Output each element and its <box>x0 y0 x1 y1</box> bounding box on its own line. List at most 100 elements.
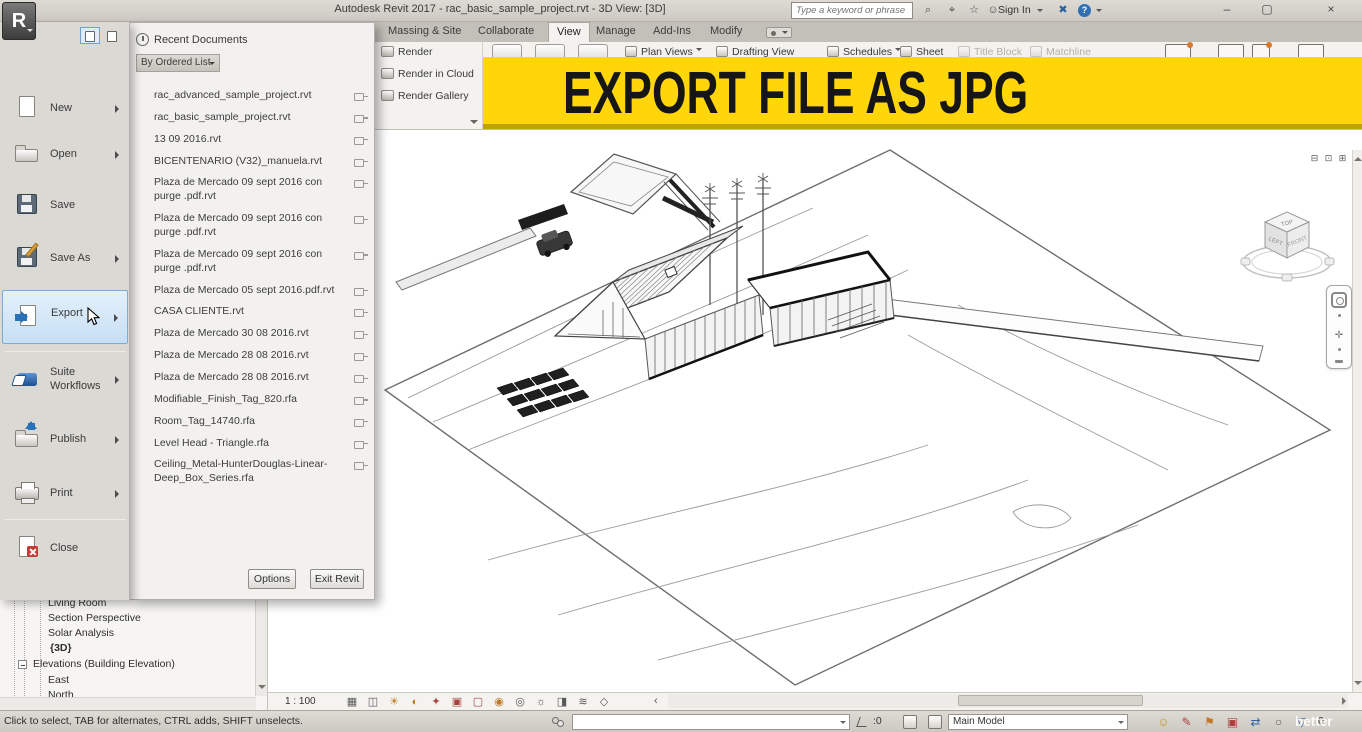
pin-icon[interactable] <box>354 460 368 470</box>
minimize-button[interactable]: – <box>1212 0 1242 20</box>
recent-file-item[interactable]: Room_Tag_14740.rfa <box>150 411 372 433</box>
scale-button[interactable]: 1 : 100 <box>285 696 316 707</box>
recent-file-item[interactable]: 13 09 2016.rvt <box>150 129 372 151</box>
design-options-pick-icon[interactable]: ▣ <box>1224 712 1241 732</box>
recent-file-item[interactable]: Plaza de Mercado 09 sept 2016 con purge … <box>150 208 372 244</box>
help-caret-icon[interactable] <box>1096 9 1102 15</box>
view-window-tile-icon[interactable]: ⊞ <box>1336 152 1349 164</box>
pin-icon[interactable] <box>354 157 368 167</box>
close-button[interactable]: × <box>1316 0 1346 20</box>
pin-icon[interactable] <box>354 250 368 260</box>
recent-file-item[interactable]: Plaza de Mercado 28 08 2016.rvt <box>150 367 372 389</box>
pin-icon[interactable] <box>354 439 368 449</box>
view-window-restore-icon[interactable]: ⊡ <box>1322 152 1335 164</box>
browser-item-elevations[interactable]: Elevations (Building Elevation) <box>33 658 175 670</box>
render-gallery-button[interactable]: Render Gallery <box>381 90 469 106</box>
ribbon-display-toggle[interactable] <box>766 27 792 38</box>
recent-file-item[interactable]: Ceiling_Metal-HunterDouglas-Linear-Deep_… <box>150 454 372 490</box>
tab-massing-site[interactable]: Massing & Site <box>380 22 469 42</box>
exit-revit-button[interactable]: Exit Revit <box>310 569 364 589</box>
autodesk-a360-icon[interactable]: ✖ <box>1054 2 1072 19</box>
browser-scrollbar[interactable] <box>255 588 267 696</box>
menu-item-new[interactable]: New <box>2 86 128 132</box>
pin-icon[interactable] <box>354 307 368 317</box>
recent-file-item[interactable]: Modifiable_Finish_Tag_820.rfa <box>150 389 372 411</box>
recent-file-item[interactable]: rac_advanced_sample_project.rvt <box>150 85 372 107</box>
tab-add-ins[interactable]: Add-Ins <box>645 22 699 42</box>
pin-icon[interactable] <box>354 373 368 383</box>
recent-file-item[interactable]: rac_basic_sample_project.rvt <box>150 107 372 129</box>
model-3d-view[interactable] <box>268 130 1362 710</box>
pin-icon[interactable] <box>354 91 368 101</box>
steering-wheel-icon[interactable] <box>1331 292 1347 308</box>
recent-file-item[interactable]: CASA CLIENTE.rvt <box>150 301 372 323</box>
tree-collapse-icon[interactable] <box>18 660 27 669</box>
tab-manage[interactable]: Manage <box>588 22 644 42</box>
recent-file-item[interactable]: BICENTENARIO (V32)_manuela.rvt <box>150 151 372 173</box>
search-input[interactable] <box>791 2 913 19</box>
revit-logo-button[interactable]: R <box>2 2 36 40</box>
recent-file-item[interactable]: Plaza de Mercado 28 08 2016.rvt <box>150 345 372 367</box>
recent-file-item[interactable]: Plaza de Mercado 05 sept 2016.pdf.rvt <box>150 280 372 302</box>
favorites-star-icon[interactable]: ☆ <box>965 2 983 19</box>
sun-path-icon[interactable]: ☀ <box>386 694 402 710</box>
navigation-bar[interactable]: ✛ <box>1326 285 1352 369</box>
pin-icon[interactable] <box>354 395 368 405</box>
crop-view-icon[interactable]: ▣ <box>449 694 465 710</box>
design-options-icon[interactable] <box>928 715 942 729</box>
recent-file-item[interactable]: Plaza de Mercado 30 08 2016.rvt <box>150 323 372 345</box>
recent-file-item[interactable]: Plaza de Mercado 09 sept 2016 con purge … <box>150 244 372 280</box>
horizontal-scrollbar[interactable] <box>668 694 1348 708</box>
scroll-down-icon[interactable] <box>1354 681 1362 689</box>
detail-level-icon[interactable]: ▦ <box>344 694 360 710</box>
zoom-tool-icon[interactable]: ✛ <box>1333 330 1345 342</box>
scroll-up-icon[interactable] <box>1354 153 1362 161</box>
menu-item-save-as[interactable]: Save As <box>2 236 128 282</box>
collapse-arrow-icon[interactable]: ‹ <box>654 695 658 707</box>
pin-icon[interactable] <box>354 351 368 361</box>
temporary-view-properties-icon[interactable]: ◨ <box>554 694 570 710</box>
menu-item-print[interactable]: Print <box>2 471 128 517</box>
menu-item-publish[interactable]: Publish <box>2 417 128 463</box>
search-binoculars-icon[interactable]: ⌕ <box>919 2 937 19</box>
worksharing-display-icon[interactable]: ⚑ <box>1201 712 1218 732</box>
drawing-area[interactable]: ⊟⊡⊞ TOP LEFT FRONT ✛ <box>268 130 1362 710</box>
workset-dropdown[interactable] <box>572 714 850 730</box>
pin-icon[interactable] <box>354 214 368 224</box>
pin-icon[interactable] <box>354 286 368 296</box>
drag-elements-icon[interactable]: ○ <box>1270 712 1287 732</box>
tab-modify[interactable]: Modify <box>702 22 750 42</box>
render-in-cloud-button[interactable]: Render in Cloud <box>381 68 474 84</box>
navbar-expand-handle[interactable] <box>1335 360 1343 363</box>
browser-horizontal-scrollbar[interactable] <box>0 697 256 710</box>
performance-adviser-icon[interactable]: ☺ <box>1155 712 1172 732</box>
pin-icon[interactable] <box>354 135 368 145</box>
menu-item-open[interactable]: Open <box>2 132 128 178</box>
horizontal-scroll-thumb[interactable] <box>958 695 1143 706</box>
sort-order-dropdown[interactable]: By Ordered List <box>136 54 220 72</box>
browser-item-section-perspective[interactable]: Section Perspective <box>48 612 141 624</box>
menu-item-export[interactable]: Export <box>2 290 128 344</box>
pin-icon[interactable] <box>354 417 368 427</box>
restore-button[interactable]: ▢ <box>1252 0 1282 20</box>
temporary-hide-isolate-icon[interactable]: ◎ <box>512 694 528 710</box>
pin-icon[interactable] <box>354 178 368 188</box>
sign-in-caret-icon[interactable] <box>1037 9 1043 15</box>
exchange-apps-icon[interactable]: ⌖ <box>943 2 961 19</box>
editing-requests-icon[interactable] <box>856 717 870 727</box>
vertical-scrollbar[interactable] <box>1352 150 1362 692</box>
shadows-icon[interactable]: ◐ <box>407 694 423 710</box>
open-documents-toggle[interactable] <box>102 27 122 44</box>
menu-item-suite-workflows[interactable]: Suite Workflows <box>2 357 128 403</box>
recent-documents-toggle[interactable] <box>80 27 100 44</box>
recent-file-item[interactable]: Plaza de Mercado 09 sept 2016 con purge … <box>150 172 372 208</box>
design-option-dropdown[interactable]: Main Model <box>948 714 1128 730</box>
unlock-3d-view-icon[interactable]: ◉ <box>491 694 507 710</box>
help-search-field[interactable] <box>791 2 913 19</box>
tab-collaborate[interactable]: Collaborate <box>470 22 542 42</box>
browser-item-east[interactable]: East <box>48 674 69 686</box>
pin-icon[interactable] <box>354 329 368 339</box>
select-links-toggle-icon[interactable]: ⇄ <box>1247 712 1264 732</box>
viewcube[interactable]: TOP LEFT FRONT <box>1240 200 1335 288</box>
menu-item-save[interactable]: Save <box>2 183 128 229</box>
